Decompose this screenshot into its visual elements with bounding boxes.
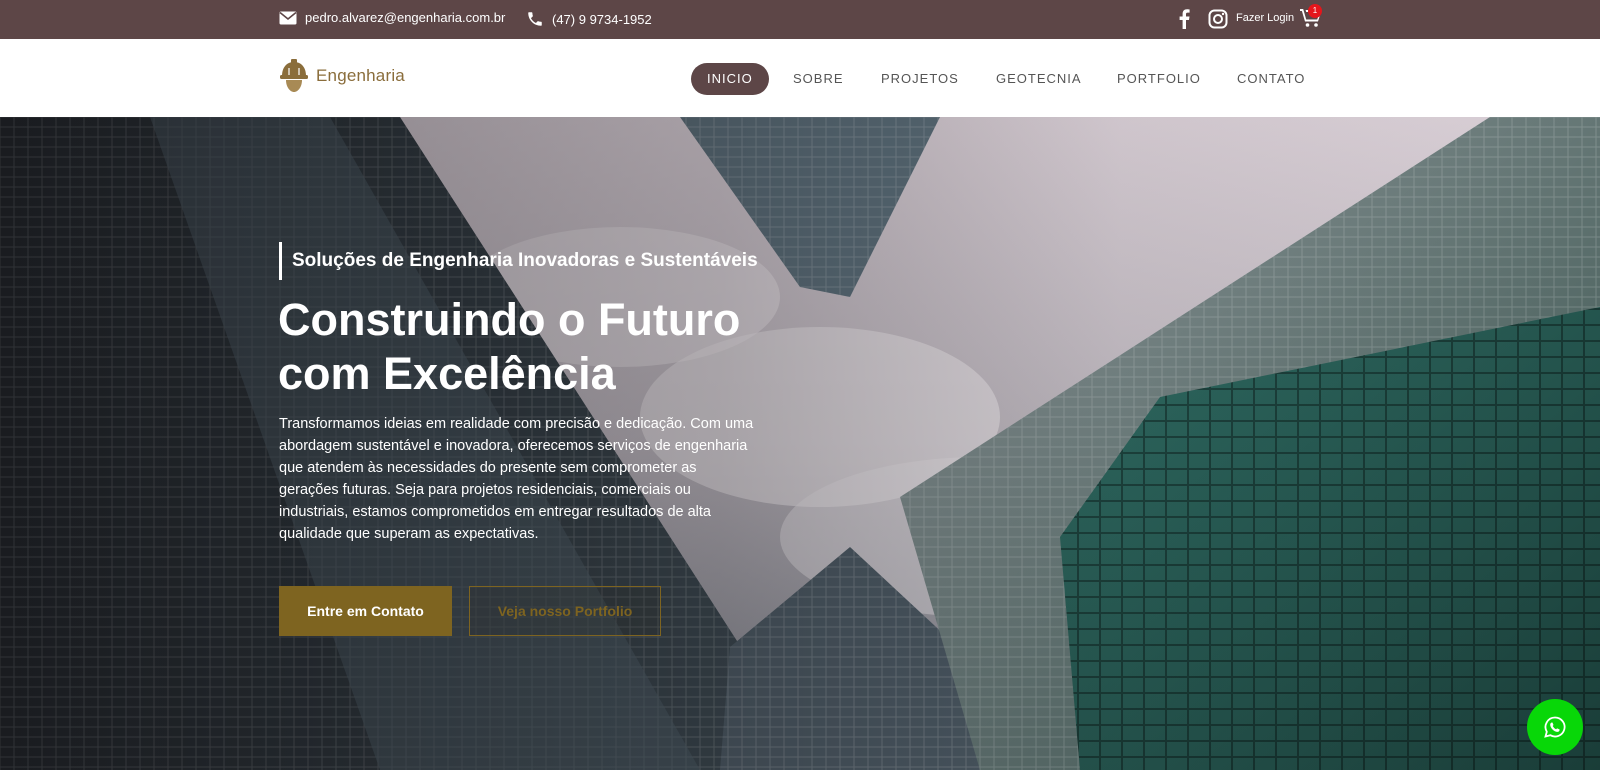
whatsapp-button[interactable] (1527, 699, 1583, 755)
hero-section: Soluções de Engenharia Inovadoras e Sust… (0, 117, 1600, 770)
main-header: Engenharia INICIO SOBRE PROJETOS GEOTECN… (0, 39, 1600, 117)
nav-item-sobre[interactable]: SOBRE (793, 63, 844, 95)
facebook-link[interactable] (1178, 9, 1190, 34)
top-bar: pedro.alvarez@engenharia.com.br (47) 9 9… (0, 0, 1600, 39)
instagram-link[interactable] (1208, 9, 1228, 34)
hero-overlay (0, 117, 1600, 770)
phone-contact[interactable]: (47) 9 9734-1952 (526, 10, 652, 28)
nav-item-geotecnia[interactable]: GEOTECNIA (996, 63, 1082, 95)
phone-text: (47) 9 9734-1952 (552, 11, 652, 27)
nav-item-contato[interactable]: CONTATO (1237, 63, 1305, 95)
nav-item-projetos[interactable]: PROJETOS (881, 63, 959, 95)
hero-headline-line1: Construindo o Futuro (278, 294, 741, 345)
facebook-icon (1179, 9, 1190, 30)
contact-button[interactable]: Entre em Contato (279, 586, 452, 636)
nav-item-portfolio[interactable]: PORTFOLIO (1117, 63, 1201, 95)
phone-icon (528, 12, 542, 26)
instagram-icon (1208, 9, 1228, 29)
hero-description: Transformamos ideias em realidade com pr… (279, 416, 754, 542)
whatsapp-icon (1544, 716, 1566, 738)
hero-headline: Construindo o Futuro com Excelência (278, 293, 838, 401)
nav-item-inicio[interactable]: INICIO (691, 63, 769, 95)
cart-count-badge: 1 (1308, 4, 1322, 18)
mail-icon (279, 11, 297, 24)
email-contact[interactable]: pedro.alvarez@engenharia.com.br (279, 10, 505, 25)
hero-subtitle: Soluções de Engenharia Inovadoras e Sust… (279, 242, 758, 280)
login-link[interactable]: Fazer Login (1236, 12, 1294, 24)
hero-headline-line2: com Excelência (278, 348, 616, 399)
email-text: pedro.alvarez@engenharia.com.br (305, 10, 506, 25)
portfolio-button[interactable]: Veja nosso Portfolio (469, 586, 661, 636)
helmet-logo-icon (280, 59, 308, 92)
logo[interactable]: Engenharia (279, 59, 405, 93)
logo-text: Engenharia (316, 66, 405, 85)
